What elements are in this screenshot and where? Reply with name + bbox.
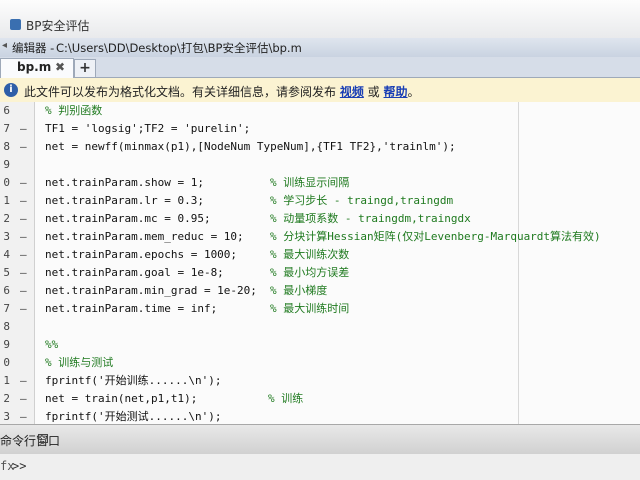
code-comment: % 最小均方误差 <box>270 266 350 279</box>
code-line[interactable]: 3– fprintf('开始测试......\n'); <box>0 408 640 424</box>
line-number: 2 <box>3 212 10 225</box>
app-icon <box>10 19 21 30</box>
code-text: net.trainParam.time = inf; <box>45 302 218 315</box>
code-text: fprintf('开始测试......\n'); <box>45 410 222 423</box>
code-line[interactable]: 2– net = train(net,p1,t1); % 训练 <box>0 390 640 408</box>
file-path: C:\Users\DD\Desktop\打包\BP安全评估\bp.m <box>56 41 302 55</box>
breakpoint-marker[interactable]: – <box>20 138 27 156</box>
breakpoint-marker[interactable]: – <box>20 390 27 408</box>
editor-path-bar: ◂ 编辑器 - C:\Users\DD\Desktop\打包\BP安全评估\bp… <box>0 38 640 58</box>
code-comment: % 最大训练时间 <box>270 302 350 315</box>
code-line[interactable]: 7– TF1 = 'logsig';TF2 = 'purelin'; <box>0 120 640 138</box>
video-link[interactable]: 视频 <box>340 85 364 99</box>
code-line[interactable]: 5– net.trainParam.goal = 1e-8; % 最小均方误差 <box>0 264 640 282</box>
code-line[interactable]: 2– net.trainParam.mc = 0.95; % 动量项系数 - tra… <box>0 210 640 228</box>
code-text: net.trainParam.epochs = 1000; <box>45 248 238 261</box>
info-icon: i <box>4 83 18 97</box>
publish-info-bar: i 此文件可以发布为格式化文档。有关详细信息，请参阅发布 视频 或 帮助。 <box>0 78 640 103</box>
code-comment: % 学习步长 - traingd,traingdm <box>270 194 454 207</box>
line-number: 5 <box>3 266 10 279</box>
code-line[interactable]: 6– net.trainParam.min_grad = 1e-20; % 最小梯度 <box>0 282 640 300</box>
code-text: fprintf('开始训练......\n'); <box>45 374 222 387</box>
code-text: net.trainParam.goal = 1e-8; <box>45 266 224 279</box>
code-comment: % 训练显示间隔 <box>270 176 350 189</box>
command-window-header: 命令行窗口 <box>0 424 640 455</box>
breakpoint-marker[interactable]: – <box>20 264 27 282</box>
code-text: net.trainParam.mc = 0.95; <box>45 212 211 225</box>
line-number: 1 <box>3 194 10 207</box>
breakpoint-marker[interactable]: – <box>20 192 27 210</box>
code-text: % 训练与测试 <box>45 356 114 369</box>
line-number: 9 <box>3 158 10 171</box>
line-number: 3 <box>3 230 10 243</box>
breakpoint-marker[interactable]: – <box>20 372 27 390</box>
line-number: 3 <box>3 410 10 423</box>
code-line[interactable]: 1– net.trainParam.lr = 0.3; % 学习步长 - train… <box>0 192 640 210</box>
breakpoint-marker[interactable]: – <box>20 282 27 300</box>
code-line[interactable]: 1– fprintf('开始训练......\n'); <box>0 372 640 390</box>
editor-label: 编辑器 - <box>12 41 55 55</box>
breakpoint-marker[interactable]: – <box>20 246 27 264</box>
code-comment: % 分块计算Hessian矩阵(仅对Levenberg-Marquardt算法有… <box>270 230 601 243</box>
line-number: 8 <box>3 140 10 153</box>
code-text: TF1 = 'logsig';TF2 = 'purelin'; <box>45 122 251 135</box>
line-number: 6 <box>3 104 10 117</box>
code-line[interactable]: 8– net = newff(minmax(p1),[NodeNum TypeNu… <box>0 138 640 156</box>
code-text: net.trainParam.mem_reduc = 10; <box>45 230 244 243</box>
line-number: 8 <box>3 320 10 333</box>
code-line[interactable]: 9%% <box>0 336 640 354</box>
code-line[interactable]: 0 % 训练与测试 <box>0 354 640 372</box>
info-message: 此文件可以发布为格式化文档。有关详细信息，请参阅发布 视频 或 帮助。 <box>24 85 420 99</box>
command-window[interactable]: fx >> <box>0 454 640 480</box>
breakpoint-marker[interactable]: – <box>20 120 27 138</box>
line-number: 9 <box>3 338 10 351</box>
restore-window-icon[interactable] <box>38 434 48 443</box>
breakpoint-marker[interactable]: – <box>20 174 27 192</box>
line-number: 1 <box>3 374 10 387</box>
code-editor[interactable]: 6% 判别函数 7– TF1 = 'logsig';TF2 = 'purelin';… <box>0 102 640 424</box>
line-number: 6 <box>3 284 10 297</box>
code-comment: % 动量项系数 - traingdm,traingdx <box>270 212 471 225</box>
code-comment: % 最小梯度 <box>270 284 328 297</box>
code-text: net.trainParam.lr = 0.3; <box>45 194 204 207</box>
code-line[interactable]: 9 <box>0 156 640 174</box>
breakpoint-marker[interactable]: – <box>20 210 27 228</box>
new-tab-button[interactable]: + <box>74 59 96 78</box>
code-text: net.trainParam.min_grad = 1e-20; <box>45 284 257 297</box>
tab-label: bp.m <box>17 60 52 74</box>
code-line[interactable]: 7– net.trainParam.time = inf; % 最大训练时间 <box>0 300 640 318</box>
collapse-icon[interactable]: ◂ <box>2 40 7 51</box>
breakpoint-marker[interactable]: – <box>20 228 27 246</box>
code-line[interactable]: 4– net.trainParam.epochs = 1000; % 最大训练次数 <box>0 246 640 264</box>
breakpoint-marker[interactable]: – <box>20 300 27 318</box>
help-link[interactable]: 帮助 <box>384 85 408 99</box>
line-number: 7 <box>3 302 10 315</box>
code-line[interactable]: 6 % 判别函数 <box>0 102 640 120</box>
line-number: 2 <box>3 392 10 405</box>
command-window-label: 命令行窗口 <box>0 434 61 448</box>
code-text: % 判别函数 <box>45 104 103 117</box>
command-prompt: >> <box>12 459 27 473</box>
code-comment: % 最大训练次数 <box>270 248 350 261</box>
code-text: net.trainParam.show = 1; <box>45 176 204 189</box>
tab-bp-m[interactable]: bp.m ✖ <box>0 58 74 78</box>
window-title: BP安全评估 <box>26 19 90 33</box>
code-text: net = train(net,p1,t1); <box>45 392 198 405</box>
line-number: 4 <box>3 248 10 261</box>
code-line[interactable]: 0– net.trainParam.show = 1; % 训练显示间隔 <box>0 174 640 192</box>
code-comment: % 训练 <box>268 392 304 405</box>
close-tab-icon[interactable]: ✖ <box>55 60 65 74</box>
line-number: 7 <box>3 122 10 135</box>
title-bar: BP安全评估 <box>0 0 640 39</box>
line-number: 0 <box>3 176 10 189</box>
breakpoint-marker[interactable]: – <box>20 408 27 424</box>
code-text: net = newff(minmax(p1),[NodeNum TypeNum]… <box>45 140 456 153</box>
code-line[interactable]: 3– net.trainParam.mem_reduc = 10; % 分块计算He… <box>0 228 640 246</box>
code-line[interactable]: 8 <box>0 318 640 336</box>
code-text: %% <box>45 338 59 351</box>
tab-bar: bp.m ✖ + <box>0 57 640 78</box>
line-number: 0 <box>3 356 10 369</box>
